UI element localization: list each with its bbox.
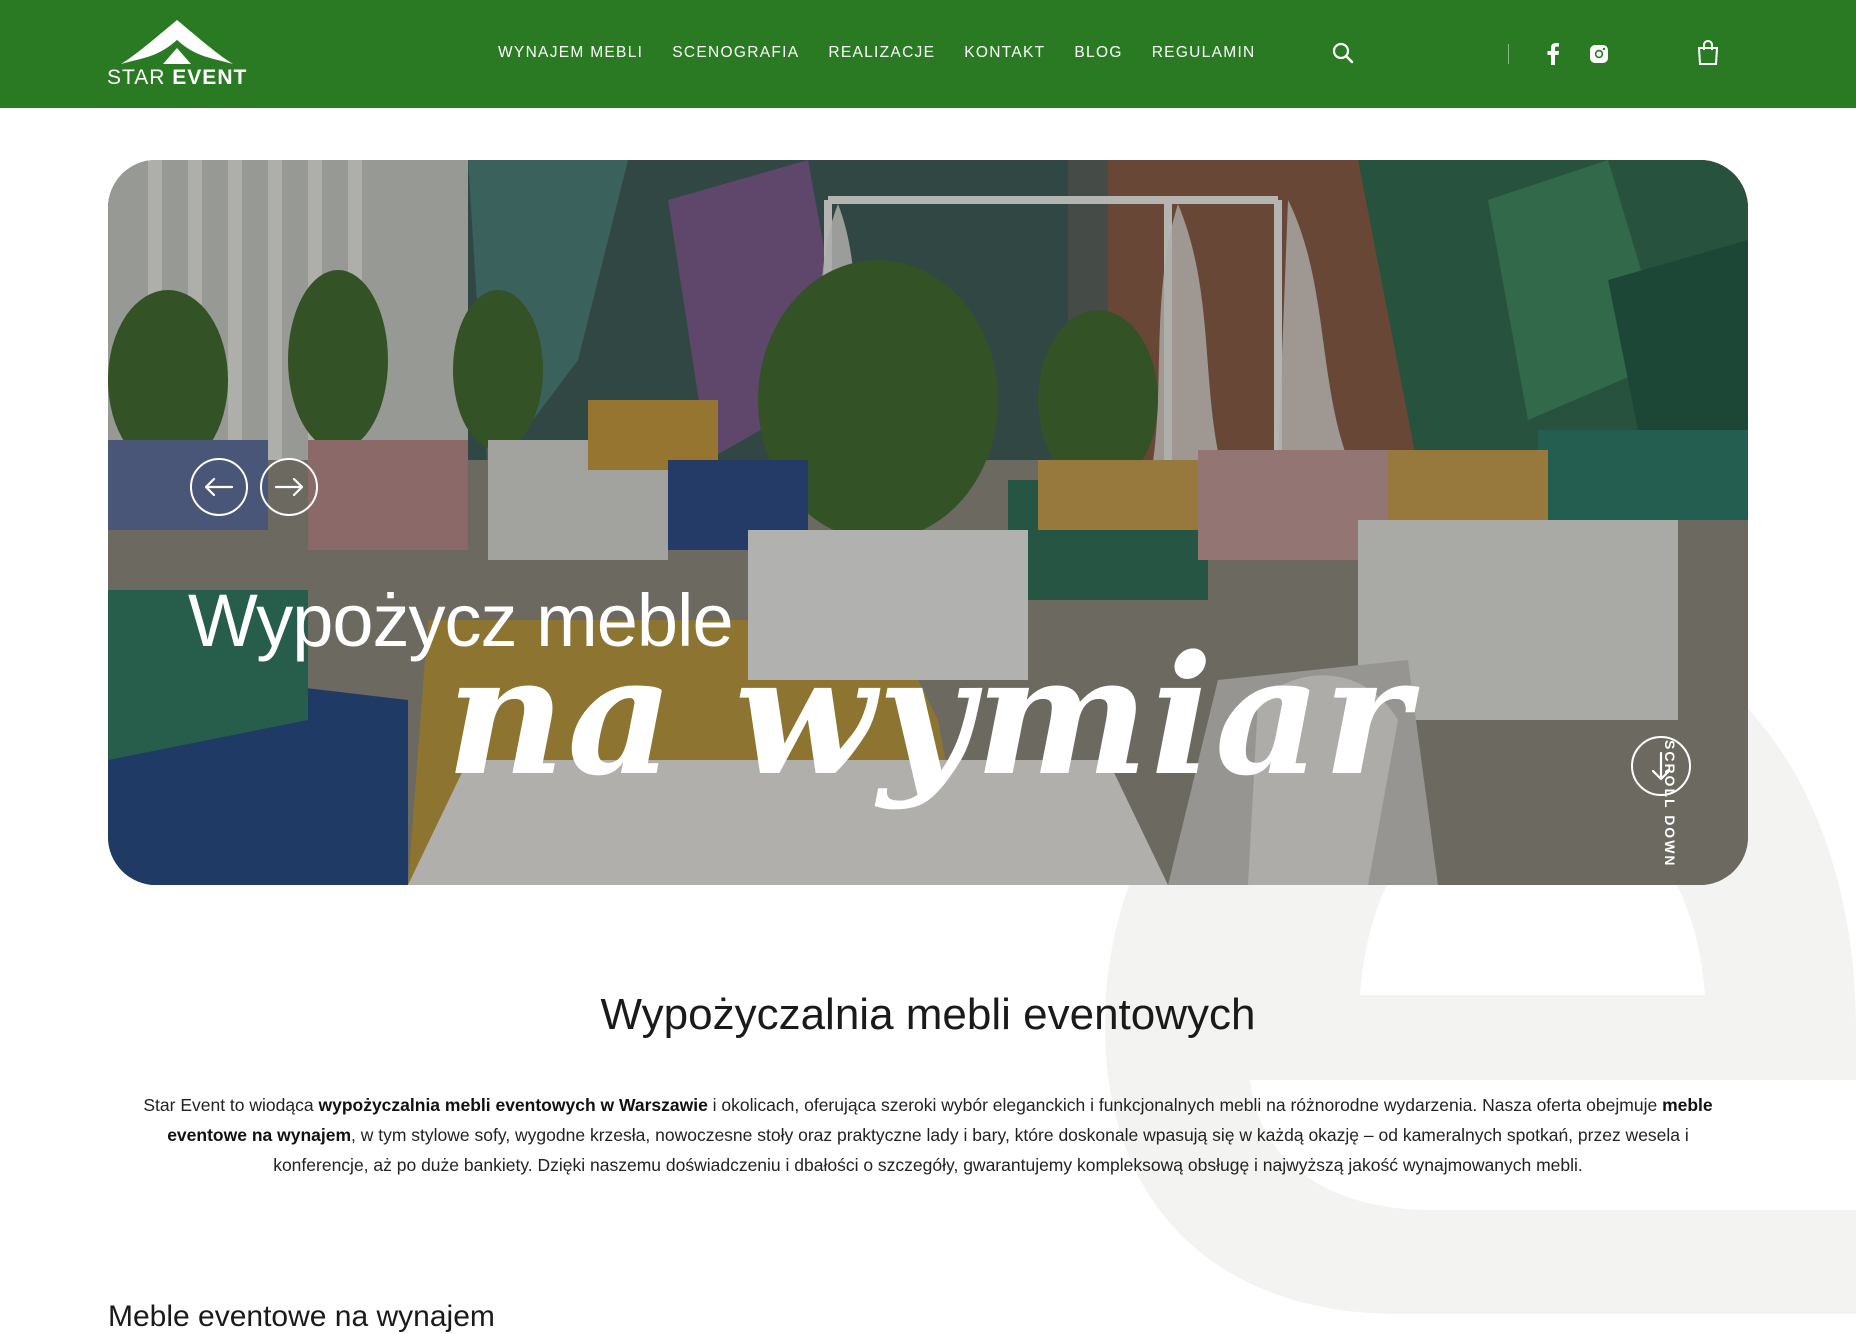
nav-item-realizacje[interactable]: REALIZACJE [828, 44, 935, 62]
scroll-down-button[interactable] [1631, 736, 1691, 796]
nav-item-wynajem-mebli[interactable]: WYNAJEM MEBLI [498, 44, 643, 62]
intro-title: Wypożyczalnia mebli eventowych [600, 990, 1256, 1039]
intro-bold-1: wypożyczalnia mebli eventowych w Warszaw… [318, 1095, 708, 1115]
header-divider [1508, 44, 1509, 64]
nav-item-kontakt[interactable]: KONTAKT [964, 44, 1045, 62]
arrow-left-icon [205, 478, 233, 496]
hero-slider: Wypożycz meble na wymiar SCROLL DOWN [108, 160, 1748, 885]
arrow-down-icon [1652, 752, 1670, 780]
site-header: STAR EVENT WYNAJEM MEBLI SCENOGRAFIA REA… [0, 0, 1856, 108]
section-title-meble-na-wynajem: Meble eventowe na wynajem [108, 1300, 495, 1333]
intro-text-part2: i okolicach, oferująca szeroki wybór ele… [707, 1095, 1663, 1115]
nav-item-regulamin[interactable]: REGULAMIN [1152, 44, 1256, 62]
facebook-icon[interactable] [1546, 43, 1560, 70]
hero-headline-line2: na wymiar [446, 619, 1412, 812]
arrow-right-icon [275, 478, 303, 496]
tent-logo-icon [121, 20, 233, 64]
nav-item-blog[interactable]: BLOG [1074, 44, 1122, 62]
search-icon[interactable] [1332, 42, 1354, 69]
cart-icon[interactable] [1697, 39, 1719, 71]
instagram-icon[interactable] [1589, 44, 1609, 69]
logo-word-event: EVENT [172, 66, 248, 89]
intro-paragraph: Star Event to wiodąca wypożyczalnia mebl… [122, 1090, 1734, 1180]
logo[interactable]: STAR EVENT [107, 18, 247, 90]
logo-word-star: STAR [107, 66, 166, 89]
slider-next-button[interactable] [260, 458, 318, 516]
main-nav: WYNAJEM MEBLI SCENOGRAFIA REALIZACJE KON… [498, 44, 1285, 62]
logo-wordmark: STAR EVENT [107, 66, 247, 90]
intro-text-part3: , w tym stylowe sofy, wygodne krzesła, n… [273, 1125, 1689, 1175]
nav-item-scenografia[interactable]: SCENOGRAFIA [672, 44, 799, 62]
intro-text-part1: Star Event to wiodąca [143, 1095, 319, 1115]
slider-prev-button[interactable] [190, 458, 248, 516]
